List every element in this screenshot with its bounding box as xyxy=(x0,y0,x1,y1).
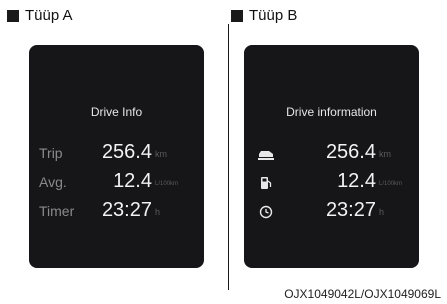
trip-unit: km xyxy=(155,149,167,159)
time-row: 23:27 h xyxy=(244,199,419,225)
car-icon xyxy=(258,151,274,160)
fuel-pump-icon xyxy=(261,177,272,189)
type-a-panel-title: Drive Info xyxy=(90,105,143,119)
time-value: 23:27 xyxy=(325,199,376,221)
avg-row: Avg. 12.4 L/100km xyxy=(29,170,204,196)
timer-label: Timer xyxy=(39,203,75,219)
trip-row: Trip 256.4 km xyxy=(29,141,204,167)
divider-line xyxy=(228,24,229,290)
bullet-square xyxy=(7,9,19,22)
distance-value: 256.4 xyxy=(325,141,376,163)
avg-value: 12.4 xyxy=(113,170,152,192)
type-a-header: Tüüp A xyxy=(7,7,73,24)
type-a-header-label: Tüüp A xyxy=(25,7,73,24)
type-b-display-panel: Drive information 256.4 km 12.4 L/100km … xyxy=(244,45,419,268)
type-b-header-label: Tüüp B xyxy=(249,7,298,24)
type-b-header: Tüüp B xyxy=(231,7,297,24)
trip-value: 256.4 xyxy=(101,141,152,163)
figure-code-caption: OJX1049042L/OJX1049069L xyxy=(284,287,441,301)
bullet-square xyxy=(231,9,243,22)
fuel-economy-value: 12.4 xyxy=(337,170,376,192)
type-b-panel-title: Drive information xyxy=(286,105,377,119)
timer-value: 23:27 xyxy=(101,199,152,221)
timer-unit: h xyxy=(155,207,161,217)
timer-row: Timer 23:27 h xyxy=(29,199,204,225)
fuel-economy-unit: L/100km xyxy=(379,181,403,187)
type-a-display-panel: Drive Info Trip 256.4 km Avg. 12.4 L/100… xyxy=(29,45,204,268)
distance-row: 256.4 km xyxy=(244,141,419,167)
time-unit: h xyxy=(379,207,385,217)
fuel-economy-row: 12.4 L/100km xyxy=(244,170,419,196)
trip-label: Trip xyxy=(39,145,63,161)
clock-icon xyxy=(259,205,273,219)
avg-unit: L/100km xyxy=(155,181,179,187)
distance-unit: km xyxy=(379,149,391,159)
avg-label: Avg. xyxy=(39,174,67,190)
